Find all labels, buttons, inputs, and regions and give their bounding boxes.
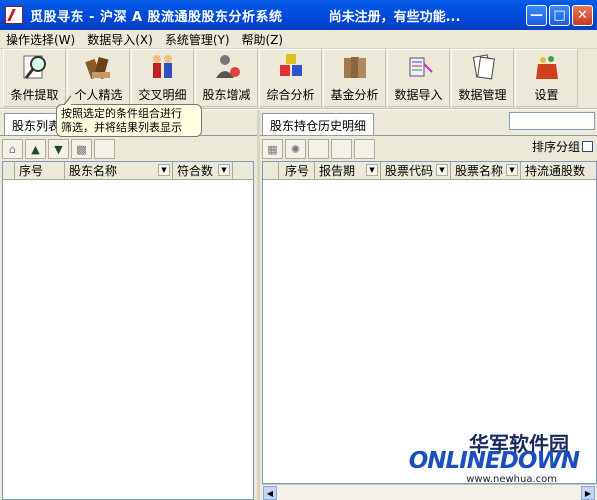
filter-icon[interactable]: ▩	[71, 139, 92, 159]
blank-button-2[interactable]	[331, 139, 352, 159]
close-icon[interactable]: ✕	[572, 5, 593, 26]
window-controls: — □ ✕	[526, 5, 593, 26]
blank-button-1[interactable]	[308, 139, 329, 159]
holder-grid[interactable]: 序号 股东名称 ▼ 符合数 ▼	[2, 161, 254, 500]
tab-holding-history[interactable]: 股东持仓历史明细	[262, 113, 375, 135]
column-header-stock-name-label: 股票名称	[455, 164, 504, 178]
column-header-holder-name[interactable]: 股东名称 ▼	[65, 162, 173, 179]
menu-help[interactable]: 帮助(Z)	[236, 31, 290, 48]
user-change-icon	[215, 55, 240, 78]
data-manage-button[interactable]: 数据管理	[451, 49, 514, 107]
chevron-down-icon[interactable]: ▼	[436, 164, 448, 176]
grid-icon[interactable]: ▦	[262, 139, 283, 159]
menu-bar: 操作选择(W) 数据导入(X) 系统管理(Y) 帮助(Z)	[0, 30, 597, 49]
right-header-field[interactable]	[509, 112, 595, 130]
maximize-icon[interactable]: □	[549, 5, 570, 26]
column-header-index[interactable]: 序号	[279, 162, 315, 179]
sort-group[interactable]: 排序分组	[532, 138, 593, 155]
column-header-index[interactable]: 序号	[15, 162, 65, 179]
watermark: 华军软件园 ONLINEDOWN www.newhua.com	[409, 428, 587, 488]
search-icon	[23, 55, 46, 79]
left-panel: 股东列表 ⌂ ▲ ▼ ▩ 序号 股东名称 ▼ 符合数 ▼	[0, 110, 257, 500]
personal-pick-button[interactable]: 个人精选	[67, 49, 130, 107]
overall-analysis-button[interactable]: 综合分析	[259, 49, 322, 107]
tooltip: 按照选定的条件组合进行 筛选，并将结果列表显示	[56, 95, 202, 137]
settings-bag-icon	[535, 56, 558, 79]
watermark-url: www.newhua.com	[466, 474, 557, 485]
title-bar[interactable]: 觅股寻东 - 沪深 A 股流通股股东分析系统 尚未注册，有些功能... — □ …	[0, 0, 597, 30]
column-header-report-period[interactable]: 报告期 ▼	[315, 162, 381, 179]
blocks-icon	[279, 54, 302, 76]
minimize-icon[interactable]: —	[526, 5, 547, 26]
menu-operation[interactable]: 操作选择(W)	[0, 31, 81, 48]
registration-status: 尚未注册，有些功能...	[328, 9, 461, 25]
holder-change-button[interactable]: 股东增减	[195, 49, 258, 107]
condition-extract-button[interactable]: 条件提取	[3, 49, 66, 107]
sort-icon[interactable]: ▼	[158, 164, 170, 176]
right-subtoolbar: ▦ ✺	[262, 137, 375, 161]
people-icon	[152, 55, 172, 78]
scroll-right-icon[interactable]: ▶	[581, 486, 595, 500]
column-header-match-count-label: 符合数	[177, 164, 214, 178]
arrow-up-icon[interactable]: ▲	[25, 139, 46, 159]
books-icon	[84, 57, 110, 80]
data-import-button[interactable]: 数据导入	[387, 49, 450, 107]
papers-icon	[472, 54, 495, 80]
column-header-stock-code-label: 股票代码	[385, 164, 434, 178]
scroll-left-icon[interactable]: ◀	[263, 486, 277, 500]
blank-button-3[interactable]	[354, 139, 375, 159]
column-header-float-shares[interactable]: 持流通股数	[521, 162, 596, 179]
cross-detail-button[interactable]: 交叉明细	[131, 49, 194, 107]
window-title: 觅股寻东 - 沪深 A 股流通股股东分析系统	[30, 9, 283, 25]
home-icon[interactable]: ⌂	[2, 139, 23, 159]
chevron-down-icon[interactable]: ▼	[506, 164, 518, 176]
sort-group-label: 排序分组	[531, 140, 580, 154]
column-header-match-count[interactable]: 符合数 ▼	[173, 162, 233, 179]
row-indicator-column	[263, 162, 279, 179]
tooltip-line-2: 筛选，并将结果列表显示	[61, 121, 182, 134]
main-toolbar: 条件提取 个人精选 交叉明细 股东增减 综合分析 基金分析 数据导入 数据管理 …	[0, 49, 597, 109]
settings-button[interactable]: 设置	[515, 49, 578, 107]
tab-divider-right	[260, 135, 597, 136]
column-header-report-period-label: 报告期	[319, 164, 356, 178]
menu-data-import[interactable]: 数据导入(X)	[81, 31, 159, 48]
row-indicator-column	[3, 162, 15, 179]
tooltip-line-1: 按照选定的条件组合进行	[61, 107, 182, 120]
import-icon	[409, 57, 433, 77]
chevron-down-icon[interactable]: ▼	[218, 164, 230, 176]
folders-icon	[343, 57, 366, 78]
blank-button[interactable]	[94, 139, 115, 159]
holder-grid-header: 序号 股东名称 ▼ 符合数 ▼	[3, 162, 253, 180]
chevron-down-icon[interactable]: ▼	[366, 164, 378, 176]
column-header-holder-name-label: 股东名称	[69, 164, 118, 178]
arrow-down-icon[interactable]: ▼	[48, 139, 69, 159]
watermark-logo: ONLINEDOWN	[408, 448, 580, 474]
app-icon[interactable]	[5, 6, 23, 24]
sort-group-checkbox[interactable]	[582, 141, 593, 152]
history-grid-header: 序号 报告期 ▼ 股票代码 ▼ 股票名称 ▼ 持流通股数	[263, 162, 596, 180]
left-subtoolbar: ⌂ ▲ ▼ ▩	[2, 137, 115, 161]
chart-icon[interactable]: ✺	[285, 139, 306, 159]
menu-system[interactable]: 系统管理(Y)	[159, 31, 236, 48]
column-header-stock-code[interactable]: 股票代码 ▼	[381, 162, 451, 179]
column-header-stock-name[interactable]: 股票名称 ▼	[451, 162, 521, 179]
fund-analysis-button[interactable]: 基金分析	[323, 49, 386, 107]
